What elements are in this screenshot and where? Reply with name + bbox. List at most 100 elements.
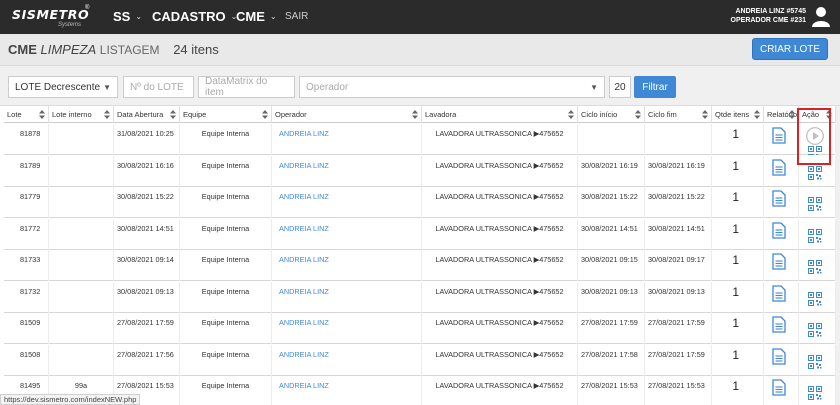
create-lot-button[interactable]: CRIAR LOTE [752,38,828,60]
cell-ciclo-inicio: 27/08/2021 17:58 [578,344,645,376]
qrcode-icon[interactable] [808,260,822,274]
sort-icon[interactable] [635,110,641,119]
user-icon[interactable] [812,6,830,28]
qrcode-icon[interactable] [808,291,822,306]
cell-acao [799,376,836,405]
col-equipe-header[interactable]: Equipe [180,106,272,123]
col-operador-header[interactable]: Operador [272,106,422,123]
qrcode-icon[interactable] [808,197,822,211]
nav-ss[interactable]: SS ⌄ [113,9,142,24]
col-qtde-itens-header[interactable]: Qtde itens [712,106,764,123]
col-ciclo-fim-header[interactable]: Ciclo fim [645,106,712,123]
column-label: Ciclo início [581,110,618,119]
nav-cadastro-label: CADASTRO [152,9,226,24]
cell-acao [799,344,836,376]
brand-reg: ® [85,5,90,11]
col-lavadora-header[interactable]: Lavadora [422,106,578,123]
user-name: ANDREIA LINZ #5745 [735,8,806,15]
cell-ciclo-inicio: 30/08/2021 14:51 [578,218,645,250]
operator-select[interactable]: Operador ▼ [299,76,605,98]
document-icon[interactable] [772,253,786,270]
document-icon[interactable] [772,190,786,207]
sort-icon[interactable] [702,110,708,119]
cell-operador[interactable]: ANDREIA LINZ [272,250,422,281]
table-row[interactable]: 81779 30/08/2021 15:22 Equipe Interna ANDRE… [4,187,836,218]
document-icon[interactable] [772,158,786,176]
sort-icon[interactable] [39,110,45,119]
cell-operador[interactable]: ANDREIA LINZ [272,344,422,376]
cell-data-abertura: 27/08/2021 17:59 [114,313,180,344]
document-icon[interactable] [772,221,786,239]
operator-placeholder: Operador [306,81,349,93]
table-row[interactable]: 81789 30/08/2021 16:16 Equipe Interna ANDRE… [4,155,836,187]
lote-number-input[interactable]: Nº do LOTE [123,76,194,98]
table-row[interactable]: 81772 30/08/2021 14:51 Equipe Interna ANDRE… [4,218,836,250]
scrollbar[interactable] [836,106,840,405]
nav-sair[interactable]: SAIR [285,11,308,22]
qrcode-icon[interactable] [808,386,822,400]
nav-cme[interactable]: CME ⌄ [236,9,277,24]
cell-ciclo-inicio: 27/08/2021 17:59 [578,313,645,344]
page-title: CME LIMPEZA LISTAGEM 24 itens [8,42,219,57]
cell-operador[interactable]: ANDREIA LINZ [272,218,422,250]
page-size-input[interactable]: 20 [609,76,631,98]
document-icon[interactable] [772,127,786,144]
order-select[interactable]: LOTE Decrescente ▼ [8,76,118,98]
chevron-down-icon: ▼ [103,82,111,92]
col-lote-interno-header[interactable]: Lote interno [49,106,114,123]
cell-data-abertura: 30/08/2021 15:22 [114,187,180,218]
filter-button[interactable]: Filtrar [634,76,676,98]
cell-lote-interno [49,155,114,187]
cell-relatorio [764,313,799,344]
user-info[interactable]: ANDREIA LINZ #5745 OPERADOR CME #231 [731,7,806,25]
cell-lavadora: LAVADORA ULTRASSONICA ▶475652 [422,313,578,344]
cell-acao [799,281,836,313]
items-count: 24 itens [173,42,219,57]
brand-logo[interactable]: SISMETRO ® Systems [12,5,90,31]
sort-icon[interactable] [412,110,418,119]
qrcode-icon[interactable] [808,165,822,180]
table-row[interactable]: 81509 27/08/2021 17:59 Equipe Interna ANDRE… [4,313,836,344]
cell-qtde-itens: 1 [712,124,764,155]
page-header: CME LIMPEZA LISTAGEM 24 itens CRIAR LOTE [0,34,840,66]
col-data-abertura-header[interactable]: Data Abertura [114,106,180,123]
cell-acao [799,187,836,218]
sort-icon[interactable] [262,110,268,119]
cell-lavadora: LAVADORA ULTRASSONICA ▶475652 [422,155,578,187]
document-icon[interactable] [772,379,786,396]
datamatrix-input[interactable]: DataMatrix do item [198,76,295,98]
col-ciclo-inicio-header[interactable]: Ciclo início [578,106,645,123]
sort-icon[interactable] [754,110,760,119]
cell-operador[interactable]: ANDREIA LINZ [272,313,422,344]
sort-icon[interactable] [104,110,110,119]
qrcode-icon[interactable] [808,323,822,337]
qrcode-icon[interactable] [808,228,822,243]
cell-ciclo-fim: 27/08/2021 17:59 [645,313,712,344]
column-label: Lavadora [425,110,457,119]
table-row[interactable]: 81732 30/08/2021 09:13 Equipe Interna ANDRE… [4,281,836,313]
sort-icon[interactable] [789,110,795,119]
cell-operador[interactable]: ANDREIA LINZ [272,281,422,313]
brand-name: SISMETRO [12,7,90,22]
document-icon[interactable] [772,284,786,302]
col-relatorio-header[interactable]: Relatório [764,106,799,123]
document-icon[interactable] [772,316,786,333]
chevron-down-icon: ▼ [590,82,598,92]
cell-equipe: Equipe Interna [180,344,272,376]
col-lote-header[interactable]: Lote [4,106,49,123]
cell-operador[interactable]: ANDREIA LINZ [272,376,422,405]
status-url: https://dev.sismetro.com/indexNEW.php [0,394,141,405]
cell-qtde-itens: 1 [712,281,764,313]
table-row[interactable]: 81733 30/08/2021 09:14 Equipe Interna ANDRE… [4,250,836,281]
sort-icon[interactable] [170,110,176,119]
qrcode-icon[interactable] [808,354,822,369]
cell-operador[interactable]: ANDREIA LINZ [272,187,422,218]
column-label: Qtde itens [715,110,750,119]
document-icon[interactable] [772,347,786,365]
table-row[interactable]: 81878 31/08/2021 10:25 Equipe Interna ANDRE… [4,124,836,155]
cell-operador[interactable]: ANDREIA LINZ [272,155,422,187]
table-row[interactable]: 81508 27/08/2021 17:56 Equipe Interna ANDRE… [4,344,836,376]
sort-icon[interactable] [568,110,574,119]
nav-cadastro[interactable]: CADASTRO ⌄ [152,9,237,24]
cell-operador[interactable]: ANDREIA LINZ [272,124,422,155]
